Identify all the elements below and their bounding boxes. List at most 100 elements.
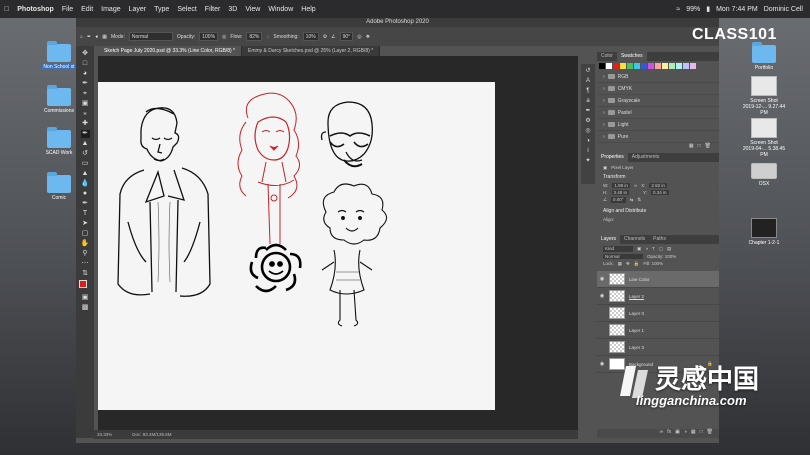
desktop-folder-scad-work[interactable]: SCAD Work (37, 127, 81, 156)
healing-tool-icon[interactable]: ✚ (81, 120, 90, 128)
swatch-chip[interactable] (683, 63, 689, 69)
menu-window[interactable]: Window (264, 6, 297, 13)
menu-photoshop[interactable]: Photoshop (13, 6, 58, 13)
layer-name[interactable]: Line Color (629, 277, 650, 282)
layer-name[interactable]: Layer 3 (629, 345, 644, 350)
brush-settings-icon[interactable]: ⚙ (584, 118, 592, 125)
flow-field[interactable]: 82% (246, 32, 263, 41)
fill-display[interactable]: Fill: 100% (643, 261, 663, 267)
desktop-folder-non-school[interactable]: Non School st (37, 41, 81, 70)
adjustments-icon[interactable]: ◑ (584, 138, 592, 145)
x-field[interactable]: 2.92 in (649, 183, 667, 188)
path-select-icon[interactable]: ➤ (81, 220, 90, 228)
fx-icon[interactable]: fx (667, 429, 671, 438)
glyphs-icon[interactable]: a (584, 98, 592, 105)
paragraph-icon[interactable]: ¶ (584, 88, 592, 95)
clone-source-icon[interactable]: ◎ (584, 128, 592, 135)
swatch-group-pure[interactable]: › Pure (597, 131, 719, 143)
menu-image[interactable]: Image (97, 6, 124, 13)
lock-position-icon[interactable]: ✥ (626, 261, 630, 267)
layer-name[interactable]: Layer 2 (629, 294, 644, 299)
adjustment-layer-icon[interactable]: ◑ (684, 429, 687, 438)
opacity-display[interactable]: Opacity: 100% (647, 254, 676, 259)
height-field[interactable]: 3.48 in (611, 190, 630, 195)
hand-tool-icon[interactable]: ✋ (81, 240, 90, 248)
pen-tool-icon[interactable]: ✒ (81, 200, 90, 208)
angle-field[interactable]: 0.00° (611, 197, 626, 203)
brush-preset-icon[interactable]: ● (95, 34, 98, 40)
tab-emmy-darcy[interactable]: Emmy & Darcy Sketches.psd @ 25% (Layer 2… (241, 46, 381, 56)
swatch-chip[interactable] (613, 63, 619, 69)
crop-tool-icon[interactable]: ⌖ (81, 90, 90, 98)
brush-settings-icon[interactable]: ▦ (102, 34, 107, 40)
swatch-group-light[interactable]: › Light (597, 119, 719, 131)
swatch-group-cmyk[interactable]: › CMYK (597, 83, 719, 95)
menu-filter[interactable]: Filter (201, 6, 225, 13)
menu-file[interactable]: File (58, 6, 77, 13)
desktop-folder-commissions[interactable]: Commissions (37, 85, 81, 114)
swatch-group-pastel[interactable]: › Pastel (597, 107, 719, 119)
filter-kind-select[interactable]: Kind (603, 246, 633, 252)
quick-mask-icon[interactable]: ▣ (81, 294, 90, 302)
battery-icon[interactable]: ▮ (703, 5, 713, 13)
eraser-tool-icon[interactable]: ▭ (81, 160, 90, 168)
tab-color[interactable]: Color (597, 52, 617, 61)
menu-view[interactable]: View (241, 6, 264, 13)
eye-icon[interactable]: ◉ (597, 361, 607, 367)
eyedropper-tool-icon[interactable]: ⁎ (81, 110, 90, 118)
brush-tool-icon[interactable]: ✒ (87, 34, 91, 40)
battery-percent[interactable]: 99% (683, 6, 703, 13)
menu-layer[interactable]: Layer (125, 6, 151, 13)
shape-tool-icon[interactable]: ▢ (81, 230, 90, 238)
link-icon[interactable]: ∞ (634, 183, 637, 188)
zoom-level[interactable]: 33.33% (97, 430, 112, 439)
filter-shape-icon[interactable]: ▢ (659, 246, 663, 252)
desktop-drive-osx[interactable]: OSX (742, 163, 786, 187)
link-layers-icon[interactable]: ∞ (660, 429, 664, 438)
swatch-chip[interactable] (655, 63, 661, 69)
new-swatch-icon[interactable]: □ (698, 143, 701, 151)
flip-horizontal-icon[interactable]: ⇆ (630, 197, 634, 203)
layer-name[interactable]: Layer 0 (629, 311, 644, 316)
document-canvas[interactable] (98, 82, 495, 410)
lock-all-icon[interactable]: 🔒 (634, 261, 640, 267)
filter-smart-icon[interactable]: ▤ (667, 246, 671, 252)
blur-tool-icon[interactable]: 💧 (81, 180, 90, 188)
color-swatches[interactable] (79, 280, 91, 292)
quick-select-tool-icon[interactable]: ✒ (81, 80, 90, 88)
zoom-tool-icon[interactable]: ⚲ (81, 250, 90, 258)
move-tool-icon[interactable]: ✥ (81, 50, 90, 58)
filter-adjust-icon[interactable]: ◑ (645, 246, 648, 252)
smoothing-field[interactable]: 10% (302, 32, 319, 41)
more-tools-icon[interactable]: ⋯ (81, 260, 90, 268)
history-brush-icon[interactable]: ↺ (81, 150, 90, 158)
stamp-tool-icon[interactable]: ▲ (81, 140, 90, 148)
swatch-chip[interactable] (620, 63, 626, 69)
desktop-file-screenshot-2[interactable]: Screen Shot 2019-04-... 5.38.45 PM (742, 118, 786, 158)
user-name[interactable]: Dominic Cell (761, 6, 806, 13)
tab-paths[interactable]: Paths (649, 235, 670, 244)
angle-icon[interactable]: ∠ (331, 34, 335, 40)
swatch-chip[interactable] (634, 63, 640, 69)
desktop-file-screenshot-1[interactable]: Screen Shot 2019-12-... 9.27.44 PM (742, 76, 786, 116)
dodge-tool-icon[interactable]: ● (81, 190, 90, 198)
tab-sketch-page[interactable]: Sketch Page July 2020.psd @ 33.3% (Line … (98, 46, 242, 56)
pressure-size-icon[interactable]: ◎ (357, 34, 361, 40)
paint-bucket-icon[interactable]: ▲ (81, 170, 90, 178)
tab-adjustments[interactable]: Adjustments (628, 153, 664, 162)
layer-row[interactable]: Layer 3 (597, 339, 719, 356)
swatch-chip[interactable] (690, 63, 696, 69)
home-icon[interactable]: ⌂ (80, 34, 83, 40)
width-field[interactable]: 1.89 in (612, 183, 630, 188)
swatch-chip[interactable] (606, 63, 612, 69)
desktop-folder-portfolio[interactable]: Portfolio (742, 42, 786, 71)
screen-mode-icon[interactable]: ▩ (81, 304, 90, 312)
lasso-tool-icon[interactable]: ◕ (81, 70, 90, 78)
y-field[interactable]: 0.34 in (651, 190, 669, 195)
foreground-color[interactable] (79, 280, 87, 288)
swatch-chip[interactable] (662, 63, 668, 69)
pressure-opacity-icon[interactable]: ◎ (222, 34, 226, 40)
filter-type-icon[interactable]: T (652, 246, 655, 252)
trash-icon[interactable]: 🗑 (705, 143, 711, 151)
wifi-icon[interactable]: ≈ (673, 6, 683, 13)
